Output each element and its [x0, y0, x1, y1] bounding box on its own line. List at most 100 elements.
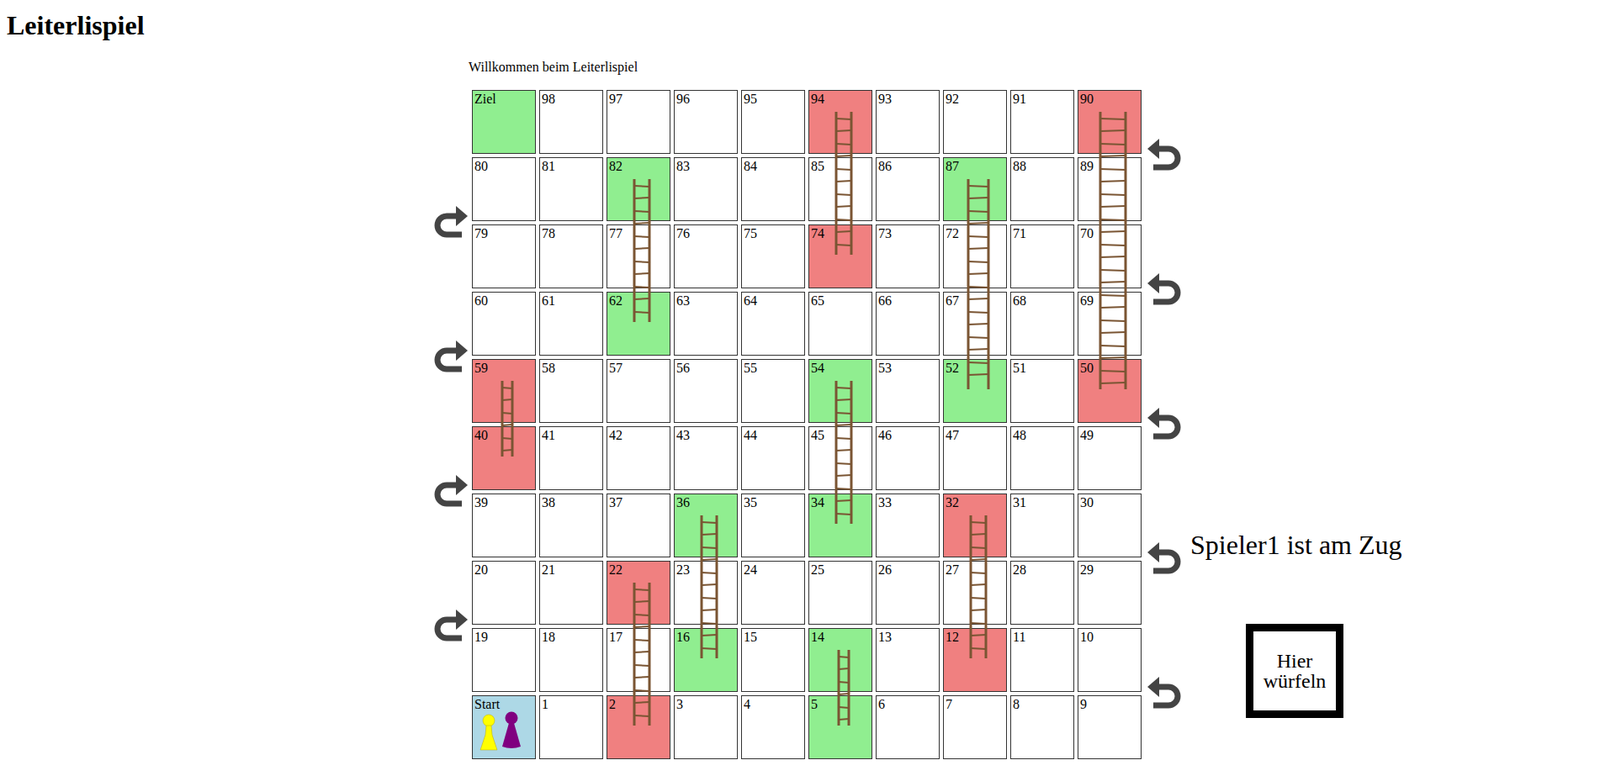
board-cell: 14: [808, 628, 873, 693]
cell-label: 52: [945, 360, 1005, 376]
board-cell: 54: [808, 359, 873, 424]
cell-label: 3: [676, 697, 736, 712]
cell-label: 41: [541, 428, 601, 443]
board-cell: 96: [673, 90, 738, 154]
cell-label: 65: [810, 293, 870, 308]
board-cell: 67: [943, 291, 1007, 356]
cell-label: 89: [1080, 158, 1140, 174]
board-cell: 95: [741, 90, 806, 154]
cell-label: 84: [743, 158, 803, 174]
cell-label: 18: [541, 630, 601, 645]
pawn-icon[interactable]: [479, 713, 499, 753]
board-cell: 19: [471, 628, 536, 693]
cell-label: 51: [1012, 360, 1072, 376]
board-cell: 11: [1010, 628, 1075, 693]
turn-arrow-icon: [1144, 404, 1186, 446]
board-cell: 21: [539, 561, 604, 626]
cell-label: 45: [810, 428, 870, 443]
cell-label: 92: [945, 91, 1005, 106]
board-cell: 12: [943, 628, 1007, 693]
turn-arrow-icon: [429, 606, 471, 647]
cell-label: 77: [609, 226, 668, 241]
cell-label: 85: [810, 158, 870, 174]
board-cell: 94: [808, 90, 873, 154]
cell-label: 54: [810, 360, 870, 376]
board-cell: 7: [943, 695, 1007, 760]
cell-label: 37: [609, 495, 668, 510]
board-cell: 65: [808, 291, 873, 356]
board-cell: 55: [741, 359, 806, 424]
board-cell: 17: [606, 628, 671, 693]
board-cell: 68: [1010, 291, 1075, 356]
ladder-layer: [470, 88, 1144, 762]
cell-label: 17: [609, 630, 668, 645]
board-cell: 49: [1077, 426, 1142, 491]
board-cell: 63: [673, 291, 738, 356]
roll-dice-button[interactable]: Hier würfeln: [1245, 624, 1344, 719]
cell-label: 34: [810, 495, 870, 510]
cell-label: 30: [1080, 495, 1140, 510]
board-cell: 69: [1077, 291, 1142, 356]
board-cell: 8: [1010, 695, 1075, 760]
cell-label: 21: [541, 562, 601, 578]
board-cell: 70: [1077, 224, 1142, 289]
cell-label: 86: [878, 158, 938, 174]
board-cell: 74: [808, 224, 873, 289]
cell-label: 67: [945, 293, 1005, 308]
board-cell: 44: [741, 426, 806, 491]
cell-label: 97: [609, 91, 668, 106]
welcome-text: Willkommen beim Leiterlispiel: [6, 59, 1594, 75]
board-cell: 32: [943, 493, 1007, 558]
page-title: Leiterlispiel: [6, 6, 1594, 42]
board-cell: 20: [471, 561, 536, 626]
board-cell: 60: [471, 291, 536, 356]
board-cell: 83: [673, 157, 738, 222]
cell-label: 29: [1080, 562, 1140, 578]
cell-label: 96: [676, 91, 736, 106]
board-cell: 75: [741, 224, 806, 289]
board-cell: 47: [943, 426, 1007, 491]
cell-label: 32: [945, 495, 1005, 510]
board-cell: 92: [943, 90, 1007, 154]
cell-label: 19: [474, 630, 534, 645]
board-cell: 1: [539, 695, 604, 760]
board-cell: Ziel: [471, 90, 536, 154]
turn-arrow-icon: [1144, 539, 1186, 580]
pawn-icon[interactable]: [501, 711, 522, 753]
pawn-group: [474, 711, 534, 753]
cell-label: 62: [609, 293, 668, 308]
cell-label: 23: [676, 562, 736, 578]
board-cell: 56: [673, 359, 738, 424]
board-cell: 76: [673, 224, 738, 289]
board-cell: 42: [606, 426, 671, 491]
cell-label: 20: [474, 562, 534, 578]
cell-label: Start: [474, 697, 534, 712]
board-cell: 26: [875, 561, 940, 626]
cell-label: 91: [1012, 91, 1072, 106]
cell-label: 63: [676, 293, 736, 308]
cell-label: 25: [810, 562, 870, 578]
cell-label: 95: [743, 91, 803, 106]
cell-label: 5: [810, 697, 870, 712]
cell-label: 79: [474, 226, 534, 241]
cell-label: 75: [743, 226, 803, 241]
board-cell: 36: [673, 493, 738, 558]
cell-label: 44: [743, 428, 803, 443]
board-cell: 43: [673, 426, 738, 491]
board-cell: 66: [875, 291, 940, 356]
cell-label: 50: [1080, 360, 1140, 376]
board-cell: 71: [1010, 224, 1075, 289]
cell-label: 47: [945, 428, 1005, 443]
cell-label: 76: [676, 226, 736, 241]
game-board: Ziel989796959493929190808182838485868788…: [470, 88, 1144, 762]
ladder: [836, 111, 852, 255]
cell-label: 16: [676, 630, 736, 645]
board-cell: 53: [875, 359, 940, 424]
turn-arrow-icon: [1144, 135, 1186, 176]
game-area: Ziel989796959493929190808182838485868788…: [6, 88, 1594, 762]
cell-label: 53: [878, 360, 938, 376]
cell-label: 27: [945, 562, 1005, 578]
side-panel: Spieler1 ist am ZugHier würfeln: [1190, 88, 1403, 719]
board-cell: 48: [1010, 426, 1075, 491]
cell-label: 46: [878, 428, 938, 443]
